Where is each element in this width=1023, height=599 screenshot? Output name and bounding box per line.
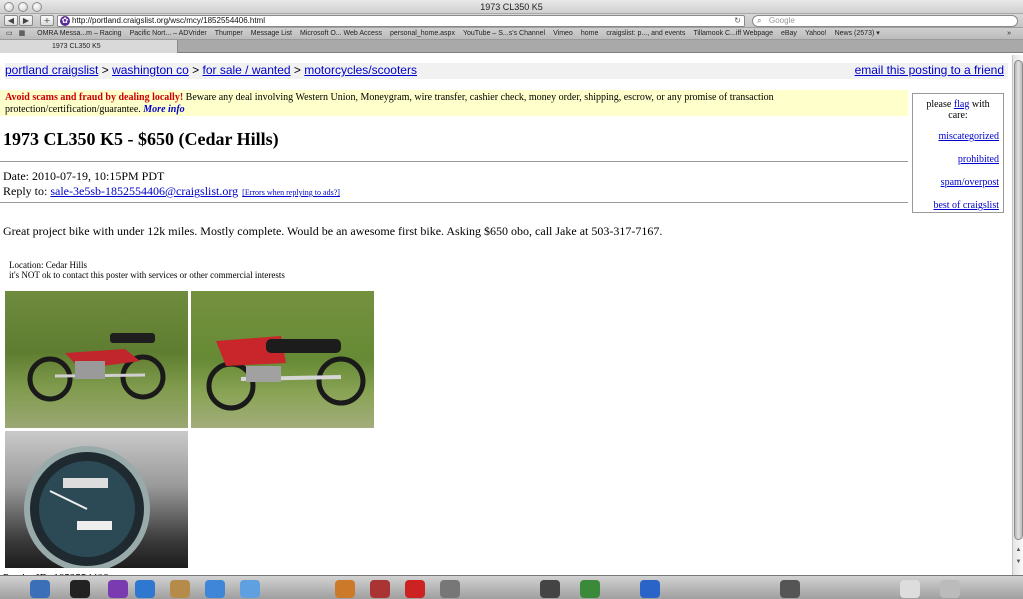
motorcycle-photo-1[interactable] [5, 291, 188, 428]
bookmark-item[interactable]: personal_home.aspx [390, 28, 455, 39]
folder-icon[interactable] [900, 580, 920, 598]
speedometer-photo[interactable] [5, 431, 188, 568]
flag-link[interactable]: flag [954, 99, 970, 110]
bookmark-item[interactable]: Thumper [215, 28, 243, 39]
reply-line: Reply to: sale-3e5sb-1852554406@craigsli… [3, 184, 340, 199]
safari-icon[interactable] [135, 580, 155, 598]
page-scrollbar[interactable]: ▲ ▼ [1012, 55, 1023, 575]
finder-icon[interactable] [30, 580, 50, 598]
posting-notes: Location: Cedar Hills it's NOT ok to con… [9, 260, 285, 280]
flag-box: please flag with care: miscategorized pr… [912, 93, 1004, 213]
bookmark-item[interactable]: Microsoft O... Web Access [300, 28, 382, 39]
bookmark-item[interactable]: News (2573) ▾ [835, 28, 880, 39]
reply-email-link[interactable]: sale-3e5sb-1852554406@craigslist.org [50, 184, 238, 198]
tab-bar: 1973 CL350 K5 [0, 40, 1023, 53]
trash-icon[interactable] [940, 580, 960, 598]
bookmark-item[interactable]: Message List [251, 28, 292, 39]
flag-title: please flag with care: [917, 99, 999, 121]
bookmark-item[interactable]: Pacific Nort... – ADVrider [130, 28, 207, 39]
calendar-icon[interactable] [405, 580, 425, 598]
bookmark-item[interactable]: home [581, 28, 599, 39]
reload-icon[interactable]: ↻ [734, 16, 741, 26]
window-titlebar: 1973 CL350 K5 [0, 0, 1023, 14]
search-placeholder: Google [769, 16, 795, 25]
scam-warning: Avoid scams and fraud by dealing locally… [0, 90, 908, 116]
breadcrumb: portland craigslist > washington co > fo… [5, 63, 1008, 79]
address-book-icon[interactable] [170, 580, 190, 598]
dashboard-icon[interactable] [70, 580, 90, 598]
itunes-icon[interactable] [240, 580, 260, 598]
browser-toolbar: ◀ ▶ + ✿ http://portland.craigslist.org/w… [0, 14, 1023, 28]
page-title: 1973 CL350 K5 - $650 (Cedar Hills) [3, 129, 279, 149]
iphoto-icon[interactable] [335, 580, 355, 598]
email-posting-link[interactable]: email this posting to a friend [855, 63, 1004, 77]
scroll-down-icon[interactable]: ▼ [1014, 559, 1023, 569]
ichat-icon[interactable] [205, 580, 225, 598]
breadcrumb-separator: > [192, 63, 200, 77]
site-icon: ✿ [60, 16, 70, 26]
breadcrumb-site[interactable]: portland craigslist [5, 63, 98, 77]
reply-label: Reply to: [3, 184, 51, 198]
breadcrumb-separator: > [293, 63, 301, 77]
minimize-window-icon[interactable] [18, 2, 28, 12]
address-text: http://portland.craigslist.org/wsc/mcy/1… [72, 16, 265, 25]
book-icon[interactable]: ▭ [6, 28, 13, 39]
bookmark-item[interactable]: YouTube – S...s's Channel [463, 28, 545, 39]
imovie-icon[interactable] [540, 580, 560, 598]
flag-prohibited[interactable]: prohibited [917, 154, 999, 165]
flag-spam-overpost[interactable]: spam/overpost [917, 177, 999, 188]
scroll-up-icon[interactable]: ▲ [1014, 547, 1023, 557]
list-item: Location: Cedar Hills [9, 260, 285, 270]
dock [0, 575, 1023, 599]
posting-body: Great project bike with under 12k miles.… [3, 224, 663, 238]
bookmark-item[interactable]: craigslist: p..., and events [606, 28, 685, 39]
bookmark-item[interactable]: Tillamook C...iff Webpage [693, 28, 773, 39]
flag-prefix: please [926, 99, 954, 110]
window-title: 1973 CL350 K5 [480, 2, 543, 12]
motorcycle-photo-2[interactable] [191, 291, 374, 428]
scrollbar-thumb[interactable] [1014, 60, 1023, 540]
add-bookmark-button[interactable]: + [40, 15, 54, 26]
bookmarks-bar: ▭ ▦ OMRA Messa...m – Racing Pacific Nort.… [0, 28, 1023, 40]
errors-link[interactable]: [Errors when replying to ads?] [242, 188, 340, 197]
app-icon[interactable] [580, 580, 600, 598]
posting-date: Date: 2010-07-19, 10:15PM PDT [3, 169, 165, 183]
preferences-icon[interactable] [440, 580, 460, 598]
search-input[interactable]: ⌕ Google [752, 15, 1018, 27]
back-button[interactable]: ◀ [4, 15, 18, 26]
breadcrumb-separator: > [101, 63, 109, 77]
breadcrumb-area[interactable]: washington co [112, 63, 189, 77]
warning-bold: Avoid scams and fraud by dealing locally… [5, 92, 184, 103]
forward-button[interactable]: ▶ [19, 15, 33, 26]
bookmark-item[interactable]: Yahoo! [805, 28, 827, 39]
bookmark-item[interactable]: Vimeo [553, 28, 573, 39]
address-bar[interactable]: ✿ http://portland.craigslist.org/wsc/mcy… [57, 15, 745, 27]
more-info-link[interactable]: More info [143, 104, 184, 115]
page-content: portland craigslist > washington co > fo… [0, 55, 1012, 575]
app-icon[interactable] [640, 580, 660, 598]
time-machine-icon[interactable] [780, 580, 800, 598]
bookmark-item[interactable]: OMRA Messa...m – Racing [37, 28, 121, 39]
breadcrumb-category[interactable]: motorcycles/scooters [304, 63, 417, 77]
breadcrumb-section[interactable]: for sale / wanted [203, 63, 291, 77]
bookmark-item[interactable]: eBay [781, 28, 797, 39]
tab-current[interactable]: 1973 CL350 K5 [0, 40, 178, 53]
flag-best-of[interactable]: best of craigslist [917, 200, 999, 211]
divider [0, 202, 908, 203]
photo-booth-icon[interactable] [370, 580, 390, 598]
flag-miscategorized[interactable]: miscategorized [917, 131, 999, 142]
grid-icon[interactable]: ▦ [19, 28, 26, 39]
mail-icon[interactable] [108, 580, 128, 598]
close-window-icon[interactable] [4, 2, 14, 12]
divider [0, 161, 908, 162]
chevron-right-icon[interactable]: » [1007, 28, 1011, 39]
zoom-window-icon[interactable] [32, 2, 42, 12]
list-item: it's NOT ok to contact this poster with … [9, 270, 285, 280]
search-icon: ⌕ [757, 16, 762, 25]
bookmark-list: OMRA Messa...m – Racing Pacific Nort... –… [37, 28, 888, 39]
